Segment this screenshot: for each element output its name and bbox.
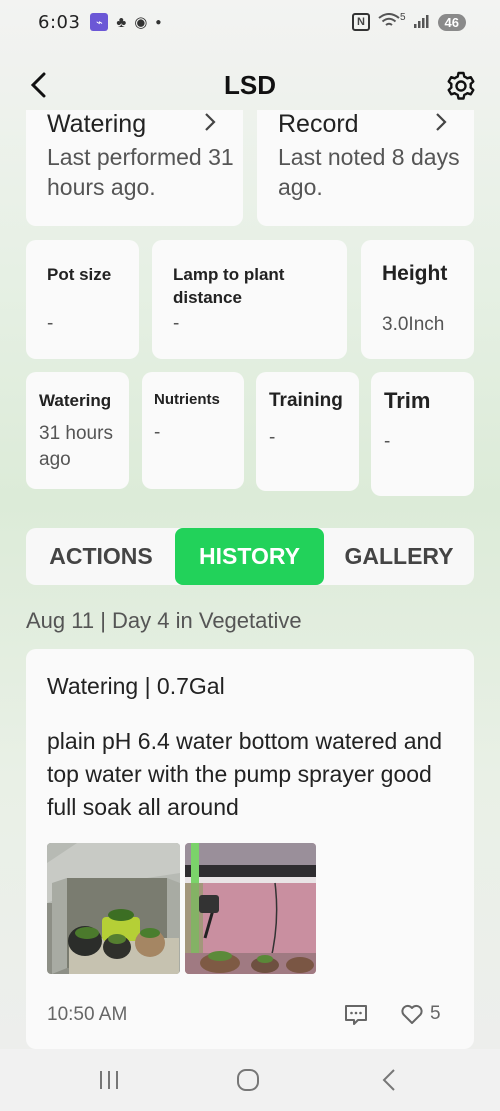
record-card-title: Record [278,110,359,138]
nutrients-value: - [154,422,161,443]
record-summary-card[interactable]: Record Last noted 8 days ago. [257,110,474,226]
pot-size-label: Pot size [47,265,112,284]
entry-note: plain pH 6.4 water bottom watered and to… [47,728,443,820]
history-date-line: Aug 11 | Day 4 in Vegetative [26,608,302,633]
chevron-right-icon [204,112,216,138]
comment-button[interactable] [344,1004,368,1026]
wifi-icon [378,12,400,32]
weed-app-icon: ♣ [116,13,127,31]
watering-stat-card[interactable]: Watering 31 hours ago [26,372,129,489]
lamp-distance-card[interactable]: Lamp to plant distance - [152,240,347,359]
nutrients-label: Nutrients [154,391,220,408]
status-bar: 6:03 ⌁ ♣ ◉ ● N 5 46 [0,0,500,44]
like-button[interactable]: 5 [400,1003,441,1025]
settings-button[interactable] [444,69,478,103]
app-header: LSD [0,60,500,110]
entry-photo-grow-light[interactable] [185,843,316,974]
nutrients-card[interactable]: Nutrients - [142,372,244,489]
training-card[interactable]: Training - [256,372,359,491]
signal-icon [413,14,430,31]
gear-icon [447,71,475,100]
height-label: Height [382,262,448,285]
watering-stat-label: Watering [39,391,112,410]
training-value: - [269,427,276,448]
training-label: Training [269,390,343,411]
notification-icons: ⌁ ♣ ◉ ● [90,13,161,31]
back-chevron-icon [382,1069,395,1091]
tab-gallery[interactable]: GALLERY [324,528,474,585]
height-value: 3.0Inch [382,314,445,335]
entry-photo-tent[interactable] [47,843,180,974]
recent-apps-button[interactable] [94,1067,124,1093]
history-entry-card[interactable]: Watering | 0.7Gal plain pH 6.4 water bot… [26,649,474,1049]
height-card[interactable]: Height 3.0Inch [361,240,474,359]
watering-card-title: Watering [47,110,147,138]
watering-summary-card[interactable]: Watering Last performed 31 hours ago. [26,110,243,226]
watering-card-text: Last performed 31 hours ago. [47,144,234,200]
messenger-icon: ◉ [134,14,148,31]
chart-app-icon: ⌁ [90,13,109,31]
system-nav-bar [0,1049,500,1111]
watering-stat-value: 31 hours ago [39,423,113,470]
heart-icon [401,1004,423,1024]
status-time: 6:03 [38,11,81,33]
entry-title: Watering | 0.7Gal [47,673,225,699]
trim-card[interactable]: Trim - [371,372,474,496]
system-icons: N 5 46 [351,11,466,32]
back-button[interactable] [24,70,52,100]
trim-label: Trim [384,388,431,413]
like-count: 5 [430,1003,441,1024]
home-button[interactable] [233,1067,263,1093]
chevron-right-icon [435,112,447,138]
tab-actions[interactable]: ACTIONS [26,528,176,585]
section-tabs: ACTIONS HISTORY GALLERY [26,528,474,585]
lamp-distance-label: Lamp to plant distance [173,265,285,307]
home-icon [237,1069,259,1091]
dot-icon: ● [155,16,162,28]
entry-time: 10:50 AM [47,1004,128,1025]
network-type: 5 [399,11,406,23]
trim-value: - [384,431,391,452]
back-arrow-icon [30,72,46,98]
nav-back-button[interactable] [374,1067,404,1093]
page-title: LSD [224,69,276,100]
record-card-text: Last noted 8 days ago. [278,144,460,200]
lamp-distance-value: - [173,313,180,334]
pot-size-card[interactable]: Pot size - [26,240,139,359]
pot-size-value: - [47,313,54,334]
nfc-icon: N [351,13,370,31]
battery-indicator: 46 [437,13,466,31]
recent-apps-icon [100,1071,118,1089]
tab-history[interactable]: HISTORY [175,528,324,585]
comment-icon [345,1005,367,1025]
